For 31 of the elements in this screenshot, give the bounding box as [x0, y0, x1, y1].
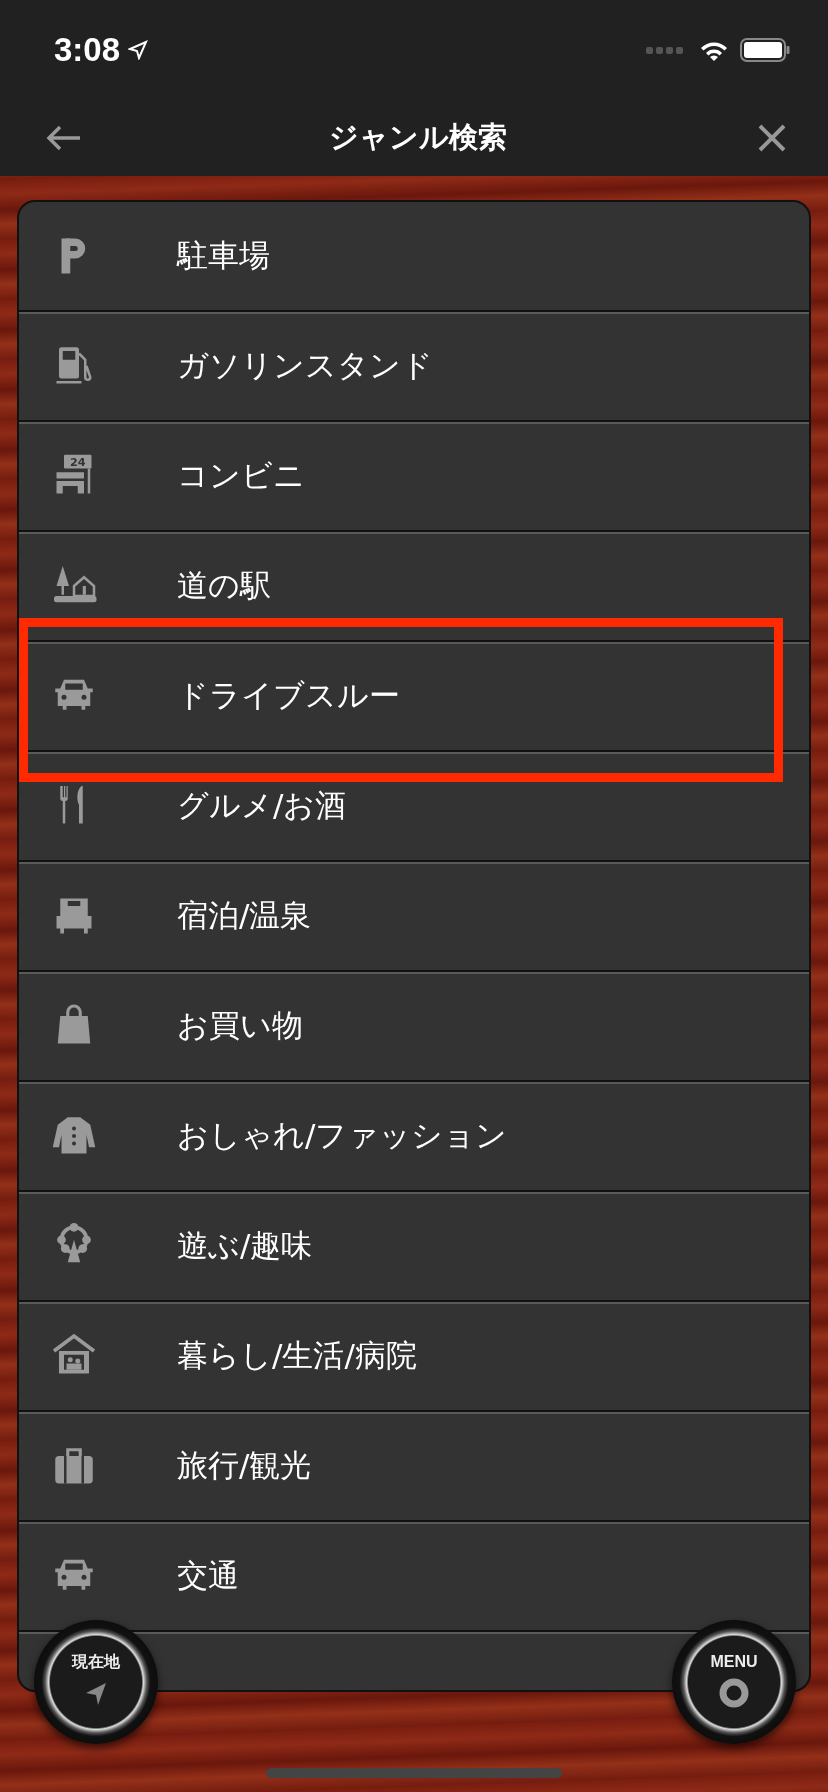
genre-item[interactable]: 旅行/観光 — [19, 1412, 809, 1522]
genre-item[interactable]: 暮らし/生活/病院 — [19, 1302, 809, 1412]
genre-label: 道の駅 — [177, 566, 271, 605]
genre-label: コンビニ — [177, 456, 305, 495]
location-button[interactable]: 現在地 — [34, 1620, 158, 1744]
location-arrow-icon — [128, 40, 149, 60]
genre-label: 交通 — [177, 1556, 239, 1595]
genre-item[interactable]: 宿泊/温泉 — [19, 862, 809, 972]
genre-item[interactable]: ドライブスルー — [19, 642, 809, 752]
genre-label: 宿泊/温泉 — [177, 896, 312, 935]
genre-label: ドライブスルー — [177, 676, 400, 715]
genre-label: 駐車場 — [177, 236, 270, 275]
genre-label: グルメ/お酒 — [177, 786, 347, 825]
genre-label: 暮らし/生活/病院 — [177, 1336, 417, 1375]
genre-item[interactable]: おしゃれ/ファッション — [19, 1082, 809, 1192]
genre-item[interactable]: お買い物 — [19, 972, 809, 1082]
genre-label: 遊ぶ/趣味 — [177, 1226, 313, 1265]
genre-item[interactable]: 24 コンビニ — [19, 422, 809, 532]
signal-icon — [646, 45, 686, 55]
genre-item[interactable]: ガソリンスタンド — [19, 312, 809, 422]
genre-label: 旅行/観光 — [177, 1446, 312, 1485]
screen-title: ジャンル検索 — [328, 119, 508, 156]
genre-item[interactable]: グルメ/お酒 — [19, 752, 809, 862]
genre-item[interactable]: 遊ぶ/趣味 — [19, 1192, 809, 1302]
genre-item[interactable]: 駐車場 — [19, 202, 809, 312]
genre-label: おしゃれ/ファッション — [177, 1116, 508, 1155]
battery-icon — [740, 37, 790, 63]
status-time: 3:08 — [54, 31, 121, 69]
genre-label: ガソリンスタンド — [177, 346, 433, 385]
genre-item[interactable]: 道の駅 — [19, 532, 809, 642]
genre-label: お買い物 — [177, 1006, 303, 1045]
